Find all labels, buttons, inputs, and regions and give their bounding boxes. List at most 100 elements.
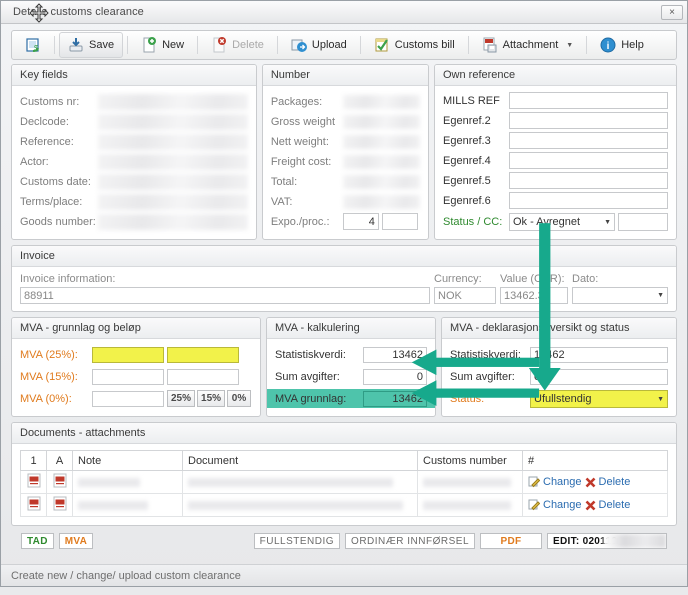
save-button[interactable]: Save xyxy=(59,32,124,58)
egenref-6-input[interactable] xyxy=(509,192,668,209)
row-pdf-cell-1[interactable] xyxy=(20,470,47,494)
chevron-down-icon[interactable]: ▼ xyxy=(566,42,573,49)
row-pdf-cell-a[interactable] xyxy=(46,493,73,517)
gross-weight-label: Gross weight xyxy=(270,115,336,128)
delete-link[interactable]: Delete xyxy=(599,499,631,511)
reference-input[interactable] xyxy=(98,133,248,150)
egenref-3-input[interactable] xyxy=(509,132,668,149)
close-button[interactable]: × xyxy=(661,4,683,20)
delete-button[interactable]: Delete xyxy=(202,32,273,58)
bottom-tag-bar: TAD MVA FULLSTENDIG ORDINÆR INNFØRSEL PD… xyxy=(11,531,677,549)
cc-input[interactable] xyxy=(618,213,668,231)
currency-input[interactable]: NOK xyxy=(434,287,496,304)
row-note-cell xyxy=(72,493,183,517)
egenref-5-input[interactable] xyxy=(509,172,668,189)
calc-mva-grunnlag-input[interactable]: 13462 xyxy=(363,390,427,407)
terms-place-input[interactable] xyxy=(98,193,248,210)
vat-input[interactable] xyxy=(342,194,420,209)
mva-0-basis-input[interactable] xyxy=(92,390,164,407)
svg-text:i: i xyxy=(607,41,610,52)
mills-ref-input[interactable] xyxy=(509,92,668,109)
mva-25-basis-input[interactable] xyxy=(92,346,164,363)
field-freight-cost: Freight cost: xyxy=(271,152,420,171)
own-reference-title: Own reference xyxy=(435,65,676,86)
expo-proc-label: Expo./proc.: xyxy=(270,215,330,228)
pdf-icon[interactable] xyxy=(27,496,41,511)
delete-x-icon[interactable] xyxy=(585,477,596,488)
calc-statistiskverdi-input[interactable]: 13462 xyxy=(363,346,427,363)
mva-0-row: MVA (0%): 25% 15% 0% xyxy=(20,389,252,408)
customs-bill-button[interactable]: Customs bill xyxy=(365,32,464,58)
status-cc-select[interactable]: Ok - Avregnet ▼ xyxy=(509,213,615,231)
table-row[interactable]: Change Delete xyxy=(20,470,668,494)
pdf-icon[interactable] xyxy=(27,473,41,488)
row-pdf-cell-a[interactable] xyxy=(46,470,73,494)
mva-status-body: Statistiskverdi: 13462 Sum avgifter: 0 S… xyxy=(442,339,676,416)
row-actions-cell: Change Delete xyxy=(522,493,668,517)
pct-0-button[interactable]: 0% xyxy=(227,390,252,407)
upload-button[interactable]: Upload xyxy=(282,32,356,58)
mva-panels-row: MVA - grunnlag og beløp MVA (25%): MVA (… xyxy=(11,317,677,422)
date-select[interactable]: ▼ xyxy=(572,287,668,304)
nett-weight-input[interactable] xyxy=(342,134,420,149)
row-actions-cell: Change Delete xyxy=(522,470,668,494)
ordinaer-innforsel-badge[interactable]: ORDINÆR INNFØRSEL xyxy=(345,533,475,549)
packages-input[interactable] xyxy=(342,94,420,109)
table-row[interactable]: Change Delete xyxy=(20,493,668,517)
pdf-icon[interactable] xyxy=(53,496,67,511)
edit-pencil-icon[interactable] xyxy=(528,476,540,488)
delete-x-icon[interactable] xyxy=(585,500,596,511)
edit-pencil-icon[interactable] xyxy=(528,499,540,511)
expo-input[interactable]: 4 xyxy=(342,213,379,230)
gross-weight-input[interactable] xyxy=(342,114,420,129)
main-toolbar: $ Save New Delete Upload Customs bill At… xyxy=(11,30,677,60)
documents-title: Documents - attachments xyxy=(12,423,676,444)
number-body: Packages: Gross weight Nett weight: Frei… xyxy=(263,86,428,239)
change-link[interactable]: Change xyxy=(543,476,582,488)
actor-input[interactable] xyxy=(98,153,248,170)
status-sum-avgifter-label: Sum avgifter: xyxy=(450,370,515,383)
tad-badge[interactable]: TAD xyxy=(21,533,54,549)
declcode-input[interactable] xyxy=(98,113,248,130)
freight-cost-input[interactable] xyxy=(342,154,420,169)
total-input[interactable] xyxy=(342,174,420,189)
field-status-cc: Status / CC: Ok - Avregnet ▼ xyxy=(443,212,668,232)
status-sum-avgifter-input[interactable]: 0 xyxy=(530,368,668,385)
fullstendig-badge[interactable]: FULLSTENDIG xyxy=(253,533,341,549)
toolbar-separator xyxy=(197,36,199,54)
pct-15-button[interactable]: 15% xyxy=(197,390,226,407)
upload-label: Upload xyxy=(311,39,347,51)
mva-basis-body: MVA (25%): MVA (15%): MVA (0%): 25% 15% xyxy=(12,339,260,415)
change-link[interactable]: Change xyxy=(543,499,582,511)
egenref-4-input[interactable] xyxy=(509,152,668,169)
toolbar-separator xyxy=(54,36,55,54)
status-sum-avgifter-row: Sum avgifter: 0 xyxy=(450,367,668,386)
customs-doc-button[interactable]: $ xyxy=(16,32,50,58)
row-pdf-cell-1[interactable] xyxy=(20,493,47,517)
status-statistiskverdi-input[interactable]: 13462 xyxy=(530,346,668,363)
goods-number-input[interactable] xyxy=(98,213,248,230)
value-input[interactable]: 13462.33 xyxy=(500,287,568,304)
customs-nr-input[interactable] xyxy=(98,93,248,110)
pdf-badge[interactable]: PDF xyxy=(480,533,542,549)
new-button[interactable]: New xyxy=(132,32,193,58)
chevron-down-icon: ▼ xyxy=(604,218,611,226)
attachment-button[interactable]: Attachment ▼ xyxy=(473,32,583,58)
mva-25-amount-input[interactable] xyxy=(167,346,239,363)
egenref-2-input[interactable] xyxy=(509,112,668,129)
mva-badge[interactable]: MVA xyxy=(58,533,94,549)
customs-date-input[interactable] xyxy=(98,173,248,190)
pct-25-button[interactable]: 25% xyxy=(167,390,196,407)
mva-15-basis-input[interactable] xyxy=(92,368,164,385)
invoice-information-input[interactable]: 88911 xyxy=(20,287,430,304)
mva-15-amount-input[interactable] xyxy=(167,368,239,385)
vat-label: VAT: xyxy=(270,195,293,208)
pdf-icon[interactable] xyxy=(53,473,67,488)
status-cc-label: Status / CC: xyxy=(443,216,503,228)
status-select[interactable]: Ufullstendig ▼ xyxy=(530,390,668,408)
calc-sum-avgifter-input[interactable]: 0 xyxy=(363,368,427,385)
help-button[interactable]: i Help xyxy=(591,32,653,58)
edit-badge[interactable]: EDIT: 020110 xyxy=(547,533,667,549)
proc-input[interactable] xyxy=(381,213,418,230)
delete-link[interactable]: Delete xyxy=(599,476,631,488)
